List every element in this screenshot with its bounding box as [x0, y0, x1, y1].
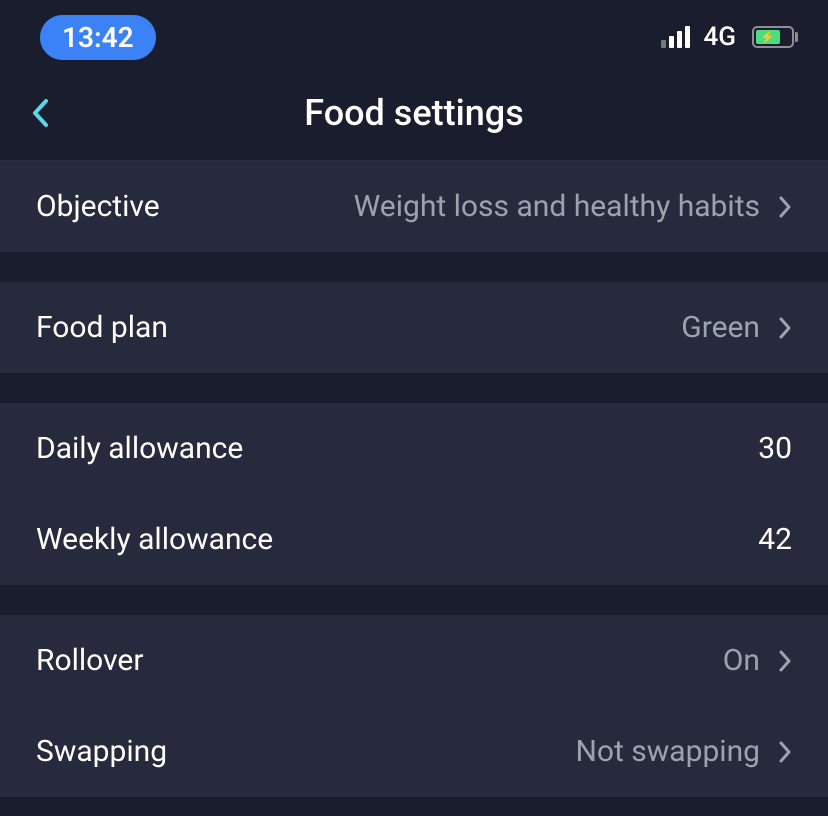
chevron-right-icon — [778, 195, 792, 219]
row-food-plan[interactable]: Food plan Green — [0, 282, 828, 373]
row-value: On — [723, 643, 760, 678]
row-label: Weekly allowance — [36, 522, 273, 557]
row-value: Green — [681, 310, 760, 345]
row-value: 30 — [758, 431, 792, 466]
status-right: 4G ⚡ — [661, 22, 799, 52]
signal-icon — [661, 26, 690, 48]
row-value: Not swapping — [575, 734, 760, 769]
row-label: Objective — [36, 189, 160, 224]
row-rollover[interactable]: Rollover On — [0, 615, 828, 706]
page-title: Food settings — [20, 92, 808, 134]
row-label: Rollover — [36, 643, 144, 678]
row-value-wrap: Not swapping — [575, 734, 792, 769]
section-objective: Objective Weight loss and healthy habits — [0, 161, 828, 252]
row-label: Swapping — [36, 734, 167, 769]
row-value: 42 — [758, 522, 792, 557]
row-value-wrap: On — [723, 643, 792, 678]
chevron-right-icon — [778, 649, 792, 673]
row-value-wrap: Green — [681, 310, 792, 345]
row-weekly-allowance: Weekly allowance 42 — [0, 494, 828, 585]
chevron-left-icon — [31, 98, 49, 128]
row-daily-allowance: Daily allowance 30 — [0, 403, 828, 494]
nav-header: Food settings — [0, 78, 828, 161]
row-label: Food plan — [36, 310, 168, 345]
row-value: Weight loss and healthy habits — [354, 189, 760, 224]
time-badge: 13:42 — [40, 15, 156, 60]
row-label: Daily allowance — [36, 431, 243, 466]
section-options: Rollover On Swapping Not swapping — [0, 615, 828, 797]
row-objective[interactable]: Objective Weight loss and healthy habits — [0, 161, 828, 252]
battery-icon: ⚡ — [752, 26, 798, 48]
section-food-plan: Food plan Green — [0, 282, 828, 373]
chevron-right-icon — [778, 740, 792, 764]
back-button[interactable] — [20, 93, 60, 133]
chevron-right-icon — [778, 316, 792, 340]
row-swapping[interactable]: Swapping Not swapping — [0, 706, 828, 797]
section-allowances: Daily allowance 30 Weekly allowance 42 — [0, 403, 828, 585]
status-bar: 13:42 4G ⚡ — [0, 0, 828, 78]
network-label: 4G — [704, 22, 737, 52]
row-value-wrap: Weight loss and healthy habits — [354, 189, 792, 224]
